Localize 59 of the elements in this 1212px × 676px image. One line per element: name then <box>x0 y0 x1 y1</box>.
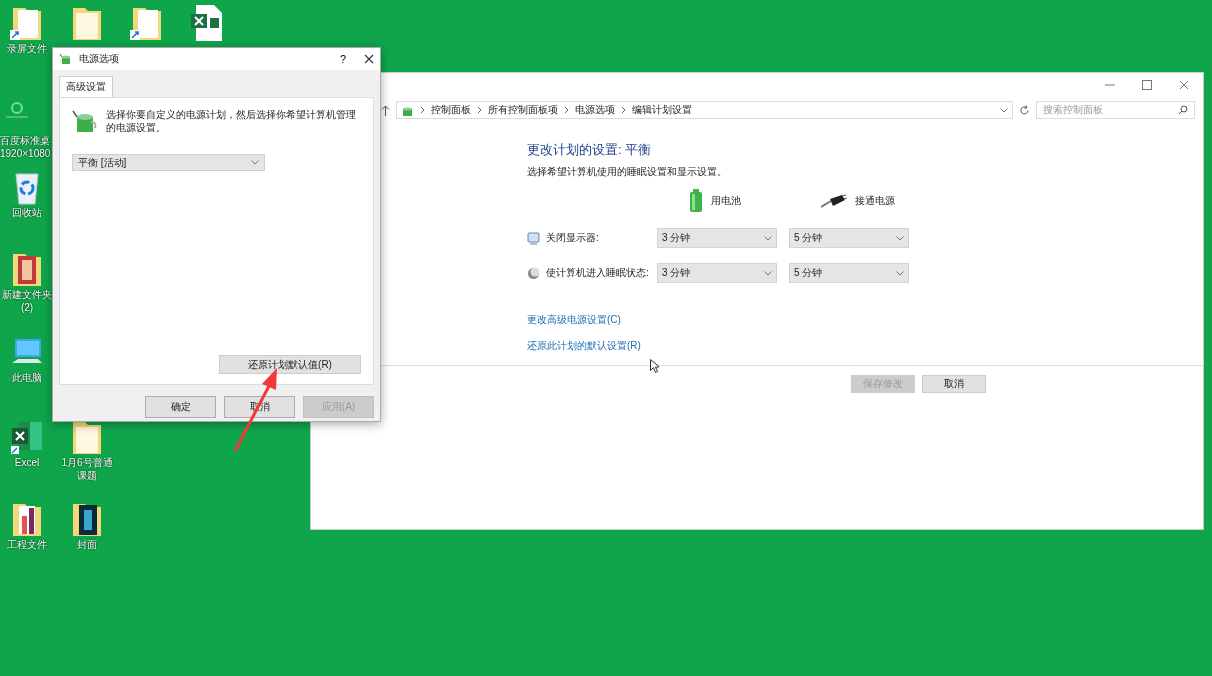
icon-label: 课题 <box>77 469 97 482</box>
window-title: 电源选项 <box>79 52 120 66</box>
chevron-down-icon <box>764 235 772 241</box>
battery-icon <box>689 189 703 213</box>
restore-defaults-button[interactable]: 还原计划默认值(R) <box>219 355 361 374</box>
chevron-down-icon <box>1000 107 1008 113</box>
setting-label: 关闭显示器: <box>546 231 599 245</box>
chevron-right-icon <box>621 106 626 114</box>
icon-label: 封面 <box>77 538 97 551</box>
icon-label: 1月6号普通 <box>61 456 113 469</box>
breadcrumb-item[interactable]: 所有控制面板项 <box>488 103 558 117</box>
icon-label: 录屏文件 <box>7 42 47 55</box>
column-label: 用电池 <box>711 194 741 208</box>
search-icon[interactable] <box>1178 105 1188 115</box>
moon-icon <box>527 266 540 280</box>
tab[interactable]: 高级设置 <box>59 76 113 97</box>
setting-label: 使计算机进入睡眠状态: <box>546 266 649 280</box>
icon-label: 回收站 <box>12 206 42 219</box>
spreadsheet-file-icon[interactable] <box>190 4 224 42</box>
up-arrow-icon[interactable] <box>381 104 390 116</box>
chevron-right-icon <box>564 106 569 114</box>
chevron-down-icon <box>764 270 772 276</box>
icon-label: 此电脑 <box>12 371 42 384</box>
chevron-right-icon <box>420 106 425 114</box>
settings-link[interactable]: 还原此计划的默认设置(R) <box>527 339 641 353</box>
time-dropdown[interactable]: 3 分钟 <box>657 263 777 283</box>
breadcrumb-item[interactable]: 控制面板 <box>431 103 471 117</box>
icon-label: 1920×1080 <box>0 147 51 160</box>
icon-label: Excel <box>14 456 40 469</box>
chevron-right-icon <box>477 106 482 114</box>
refresh-icon[interactable] <box>1019 104 1030 116</box>
icon-label: 百度标准桌 <box>0 134 50 147</box>
address-bar[interactable]: 控制面板 所有控制面板项 电源选项 编辑计划设置 <box>396 101 1013 119</box>
breadcrumb-item[interactable]: 编辑计划设置 <box>632 103 692 117</box>
maximize-icon[interactable] <box>1142 80 1152 90</box>
footer-button[interactable]: 取消 <box>922 375 986 393</box>
page-heading: 更改计划的设置: 平衡 <box>527 141 653 159</box>
plan-dropdown[interactable]: 平衡 [活动] <box>72 154 265 171</box>
time-dropdown[interactable]: 5 分钟 <box>789 228 909 248</box>
time-dropdown[interactable]: 5 分钟 <box>789 263 909 283</box>
settings-link[interactable]: 更改高级电源设置(C) <box>527 313 621 327</box>
icon-label: 新建文件夹 <box>2 288 52 301</box>
icon-label: 工程文件 <box>7 538 47 551</box>
subtitle-text: 选择希望计算机使用的睡眠设置和显示设置。 <box>527 165 728 179</box>
time-dropdown[interactable]: 3 分钟 <box>657 228 777 248</box>
chevron-down-icon <box>251 160 259 165</box>
description-text: 选择你要自定义的电源计划，然后选择你希望计算机管理的电源设置。 <box>106 108 356 134</box>
power-plug-icon <box>821 194 847 208</box>
monitor-icon <box>527 231 540 245</box>
help-button[interactable]: ? <box>328 52 358 66</box>
column-label: 接通电源 <box>855 194 895 208</box>
dialog-button[interactable]: 确定 <box>145 396 216 418</box>
icon-label: (2) <box>20 301 34 314</box>
chevron-down-icon <box>896 235 904 241</box>
close-icon[interactable] <box>364 54 374 64</box>
breadcrumb-item[interactable]: 电源选项 <box>575 103 615 117</box>
cursor-icon <box>650 359 659 373</box>
power-plan-icon <box>59 52 73 66</box>
chevron-down-icon <box>896 270 904 276</box>
